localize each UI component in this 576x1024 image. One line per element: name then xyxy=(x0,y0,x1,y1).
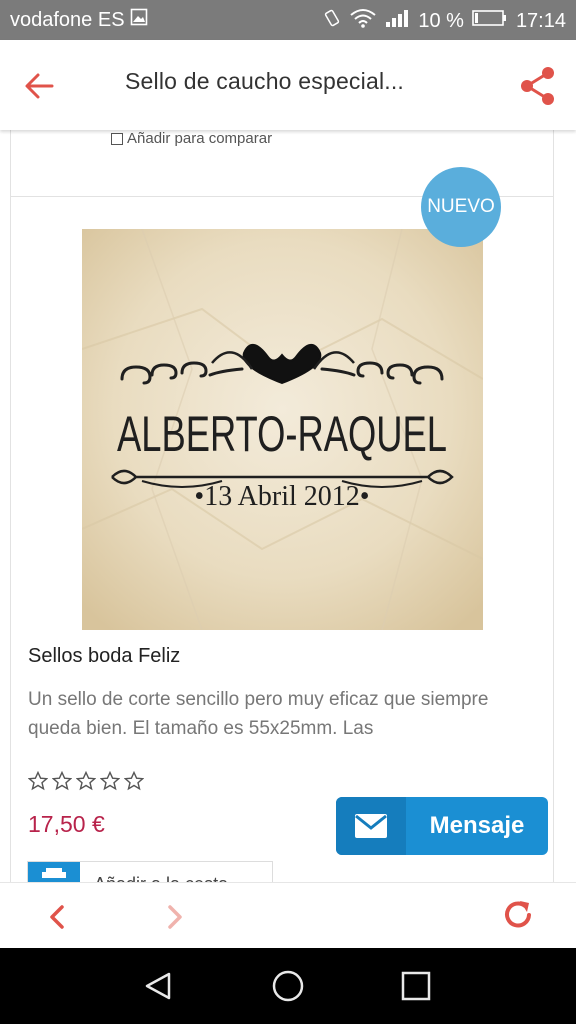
system-back-button[interactable] xyxy=(141,968,177,1004)
clock: 17:14 xyxy=(515,9,566,32)
add-to-cart-label: Añadir a la cesta xyxy=(94,874,228,882)
system-home-button[interactable] xyxy=(270,968,306,1004)
share-icon xyxy=(521,67,554,105)
rating-stars[interactable] xyxy=(28,771,144,791)
system-nav-bar xyxy=(0,948,576,1024)
reload-icon xyxy=(505,901,531,928)
star-icon[interactable] xyxy=(100,771,120,791)
arrow-left-icon xyxy=(25,73,54,99)
product-title[interactable]: Sellos boda Feliz xyxy=(28,645,180,668)
back-button[interactable] xyxy=(20,66,60,106)
square-recents-icon xyxy=(401,971,431,1001)
share-button[interactable] xyxy=(518,64,558,108)
status-right: 10 % 17:14 xyxy=(322,8,566,34)
star-icon[interactable] xyxy=(28,771,48,791)
compare-checkbox[interactable]: Añadir para comparar xyxy=(111,130,272,147)
cart-icon xyxy=(28,862,80,882)
carrier-text: vodafone ES xyxy=(10,9,125,31)
triangle-back-icon xyxy=(145,972,171,1000)
reload-button[interactable] xyxy=(498,895,538,935)
screen: vodafone ES 10 % 17:14 Sello de caucho e… xyxy=(0,0,576,1024)
carrier-label: vodafone ES xyxy=(10,8,148,32)
message-button-label: Mensaje xyxy=(429,812,525,839)
product-description: Un sello de corte sencillo pero muy efic… xyxy=(28,689,489,739)
mail-icon xyxy=(355,814,387,838)
bottom-nav xyxy=(0,882,576,948)
circle-home-icon xyxy=(272,970,304,1002)
product-image[interactable]: ALBERTO-RAQUEL •13 Abril 2012• xyxy=(82,229,483,630)
message-button[interactable]: Mensaje xyxy=(336,797,548,855)
product-card: ALBERTO-RAQUEL •13 Abril 2012• Sellos bo… xyxy=(10,196,554,882)
status-bar: vodafone ES 10 % 17:14 xyxy=(0,0,576,40)
signal-icon xyxy=(384,8,410,34)
compare-label: Añadir para comparar xyxy=(127,130,273,147)
image-notification-icon xyxy=(130,8,148,32)
add-to-cart-button[interactable]: Añadir a la cesta xyxy=(27,861,273,882)
page-title: Sello de caucho especial... xyxy=(125,68,405,94)
nav-back-button[interactable] xyxy=(40,899,76,935)
app-bar: Sello de caucho especial... xyxy=(0,40,576,130)
star-icon[interactable] xyxy=(76,771,96,791)
stamp-artwork: ALBERTO-RAQUEL •13 Abril 2012• xyxy=(82,229,483,630)
star-icon[interactable] xyxy=(52,771,72,791)
vibrate-icon xyxy=(322,8,342,34)
new-badge: NUEVO xyxy=(421,167,501,247)
battery-percent: 10 % xyxy=(418,9,464,32)
battery-icon xyxy=(472,9,508,33)
stamp-name: ALBERTO-RAQUEL xyxy=(117,406,447,462)
checkbox-icon[interactable] xyxy=(111,132,123,145)
system-recents-button[interactable] xyxy=(398,968,434,1004)
stamp-date: •13 Abril 2012• xyxy=(194,481,369,512)
wifi-icon xyxy=(350,8,376,34)
nav-forward-button[interactable] xyxy=(156,899,192,935)
mail-icon-box xyxy=(336,797,406,855)
content: Añadir para comparar ALBERTO-RAQUEL •13 … xyxy=(0,130,576,882)
chevron-right-icon xyxy=(168,905,182,929)
star-icon[interactable] xyxy=(124,771,144,791)
product-price: 17,50 € xyxy=(28,811,105,837)
chevron-left-icon xyxy=(50,905,64,929)
